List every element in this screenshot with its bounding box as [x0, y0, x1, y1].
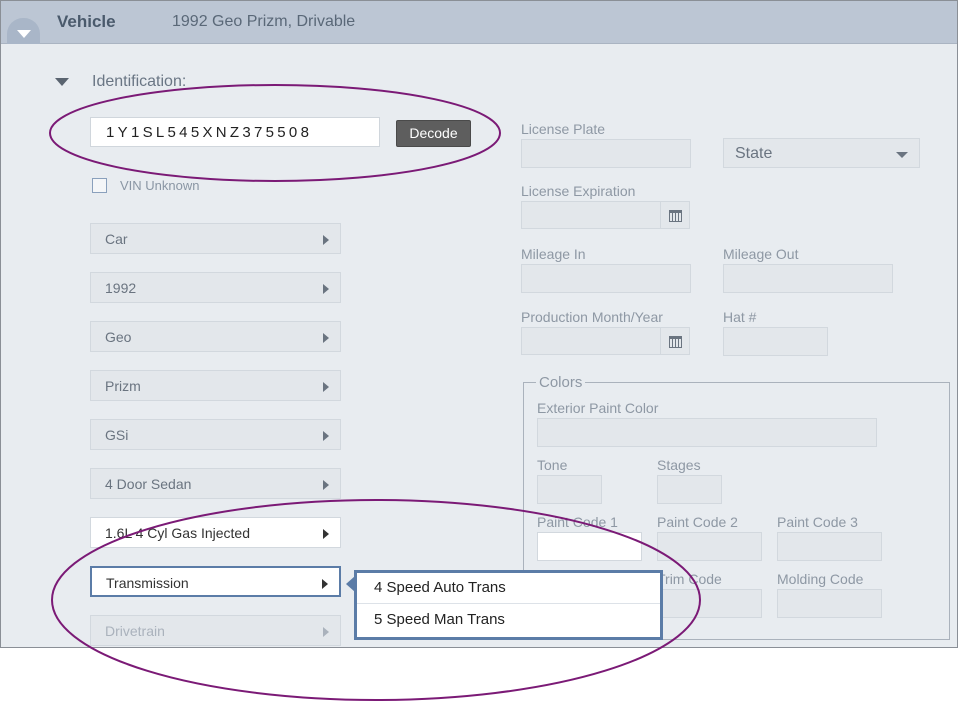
tone-input[interactable]	[537, 475, 602, 504]
molding-code-label: Molding Code	[777, 571, 864, 587]
state-select-value: State	[735, 145, 773, 162]
production-calendar-button[interactable]	[660, 327, 690, 355]
calendar-icon	[669, 336, 682, 348]
license-expiration-calendar-button[interactable]	[660, 201, 690, 229]
selector-label: GSi	[105, 427, 129, 443]
selector-label: Transmission	[106, 575, 189, 591]
mileage-in-label: Mileage In	[521, 246, 586, 262]
selector-body-style[interactable]: 4 Door Sedan	[90, 468, 341, 499]
vin-unknown-label: VIN Unknown	[120, 178, 200, 193]
exterior-paint-label: Exterior Paint Color	[537, 400, 659, 416]
chevron-right-icon	[323, 627, 329, 637]
tone-label: Tone	[537, 457, 568, 473]
transmission-option[interactable]: 4 Speed Auto Trans	[357, 573, 660, 604]
transmission-option[interactable]: 5 Speed Man Trans	[357, 605, 660, 636]
chevron-right-icon	[323, 529, 329, 539]
mileage-out-input[interactable]	[723, 264, 893, 293]
molding-code-input[interactable]	[777, 589, 882, 618]
vin-input[interactable]: 1Y1SL545XNZ375508	[90, 117, 380, 147]
section-title: Vehicle	[57, 12, 116, 31]
chevron-right-icon	[323, 284, 329, 294]
license-expiration-label: License Expiration	[521, 183, 636, 199]
selector-label: 1992	[105, 280, 137, 296]
chevron-right-icon	[323, 333, 329, 343]
selector-trim[interactable]: GSi	[90, 419, 341, 450]
colors-legend: Colors	[536, 374, 586, 391]
paint-code-3-label: Paint Code 3	[777, 514, 858, 530]
hat-label: Hat #	[723, 309, 757, 325]
chevron-right-icon	[323, 382, 329, 392]
state-select[interactable]: State	[723, 138, 920, 168]
selector-transmission[interactable]: Transmission	[90, 566, 341, 597]
selector-label: Prizm	[105, 378, 141, 394]
exterior-paint-input[interactable]	[537, 418, 877, 447]
caret-down-icon	[896, 152, 908, 158]
license-plate-input[interactable]	[521, 139, 691, 168]
hat-input[interactable]	[723, 327, 828, 356]
trim-code-input[interactable]	[657, 589, 762, 618]
paint-code-2-input[interactable]	[657, 532, 762, 561]
selector-body-type[interactable]: Car	[90, 223, 341, 254]
paint-code-2-label: Paint Code 2	[657, 514, 738, 530]
chevron-right-icon	[323, 235, 329, 245]
selector-model[interactable]: Prizm	[90, 370, 341, 401]
calendar-icon	[669, 210, 682, 222]
stages-input[interactable]	[657, 475, 722, 504]
selector-label: 4 Door Sedan	[105, 476, 192, 492]
license-plate-label: License Plate	[521, 121, 606, 137]
production-input[interactable]	[521, 327, 661, 355]
selector-year[interactable]: 1992	[90, 272, 341, 303]
stages-label: Stages	[657, 457, 701, 473]
chevron-right-icon	[322, 579, 328, 589]
transmission-popup: 4 Speed Auto Trans 5 Speed Man Trans	[354, 570, 663, 640]
vehicle-header	[1, 1, 957, 44]
vin-unknown-checkbox[interactable]	[92, 178, 107, 193]
selector-engine[interactable]: 1.6L 4 Cyl Gas Injected	[90, 517, 341, 548]
decode-button[interactable]: Decode	[396, 120, 471, 147]
paint-code-3-input[interactable]	[777, 532, 882, 561]
identification-title: Identification:	[92, 73, 187, 90]
chevron-right-icon	[323, 480, 329, 490]
selector-drivetrain[interactable]: Drivetrain	[90, 615, 341, 646]
vehicle-panel: Vehicle 1992 Geo Prizm, Drivable Identif…	[0, 0, 958, 648]
trim-code-label: Trim Code	[657, 571, 722, 587]
collapse-arrow-icon[interactable]	[55, 78, 69, 86]
mileage-out-label: Mileage Out	[723, 246, 799, 262]
selector-label: Car	[105, 231, 128, 247]
chevron-down-icon[interactable]	[17, 30, 31, 38]
selector-label: Drivetrain	[105, 623, 165, 639]
selector-label: Geo	[105, 329, 132, 345]
vehicle-summary: 1992 Geo Prizm, Drivable	[172, 13, 356, 30]
production-label: Production Month/Year	[521, 309, 663, 325]
paint-code-1-label: Paint Code 1	[537, 514, 618, 530]
mileage-in-input[interactable]	[521, 264, 691, 293]
selector-make[interactable]: Geo	[90, 321, 341, 352]
selector-label: 1.6L 4 Cyl Gas Injected	[105, 525, 251, 541]
license-expiration-input[interactable]	[521, 201, 661, 229]
paint-code-1-input[interactable]	[537, 532, 642, 561]
chevron-right-icon	[323, 431, 329, 441]
